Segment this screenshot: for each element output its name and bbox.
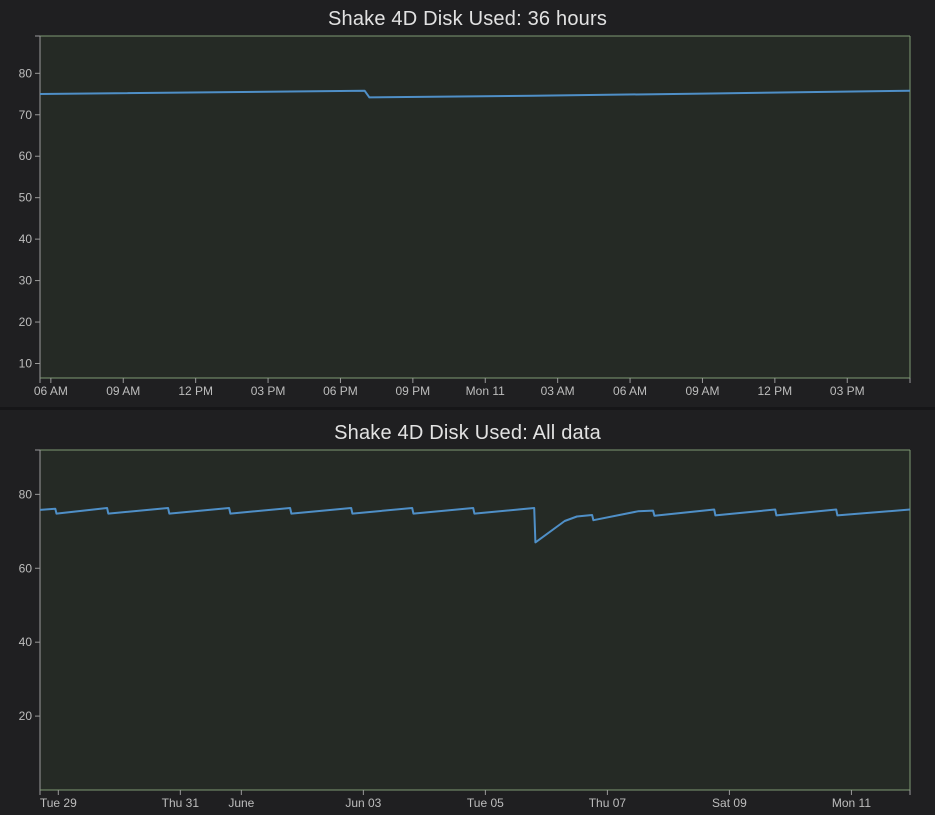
y-tick-label: 80 [19,66,33,80]
x-tick-label: Tue 05 [467,796,504,810]
x-tick-label: 09 AM [106,384,140,398]
x-tick-label: Tue 29 [40,796,77,810]
x-tick-label: 06 PM [323,384,358,398]
x-tick-label: 03 AM [541,384,575,398]
x-tick-label: 06 AM [613,384,647,398]
plot-area-36-hours [40,36,910,378]
y-tick-label: 20 [19,315,33,329]
x-tick-label: June [228,796,254,810]
y-tick-label: 50 [19,191,33,205]
y-tick-label: 30 [19,274,33,288]
x-tick-label: 09 AM [685,384,719,398]
chart-panel-all-data: Shake 4D Disk Used: All data 20 40 60 80 Tue… [0,410,935,815]
x-tick-label: Sat 09 [712,796,747,810]
x-tick-label: 06 AM [34,384,68,398]
x-tick-label: 12 PM [758,384,793,398]
x-tick-label: 03 PM [251,384,286,398]
x-tick-label: 09 PM [396,384,431,398]
plot-area-all-data [40,450,910,790]
chart-36-hours-plot[interactable]: 10 20 30 40 50 60 70 80 06 AM 09 AM 12 PM 03 PM 06 P… [0,0,935,407]
y-tick-label: 60 [19,561,33,575]
y-tick-label: 70 [19,108,33,122]
chart-panel-36-hours: Shake 4D Disk Used: 36 hours 10 20 30 40 50 6… [0,0,935,407]
x-tick-label: Mon 11 [466,384,505,398]
y-tick-label: 80 [19,487,33,501]
x-tick-label: Thu 31 [162,796,200,810]
y-tick-label: 20 [19,709,33,723]
x-tick-label: Thu 07 [589,796,627,810]
y-tick-label: 10 [19,356,33,370]
y-tick-label: 40 [19,232,33,246]
x-tick-label: Jun 03 [345,796,381,810]
x-tick-label: 12 PM [178,384,213,398]
x-tick-label: 03 PM [830,384,865,398]
y-tick-label: 60 [19,149,33,163]
y-tick-label: 40 [19,635,33,649]
x-tick-label: Mon 11 [832,796,871,810]
chart-all-data-plot[interactable]: 20 40 60 80 Tue 29 Thu 31 June Jun 03 Tue 05 Thu … [0,410,935,815]
